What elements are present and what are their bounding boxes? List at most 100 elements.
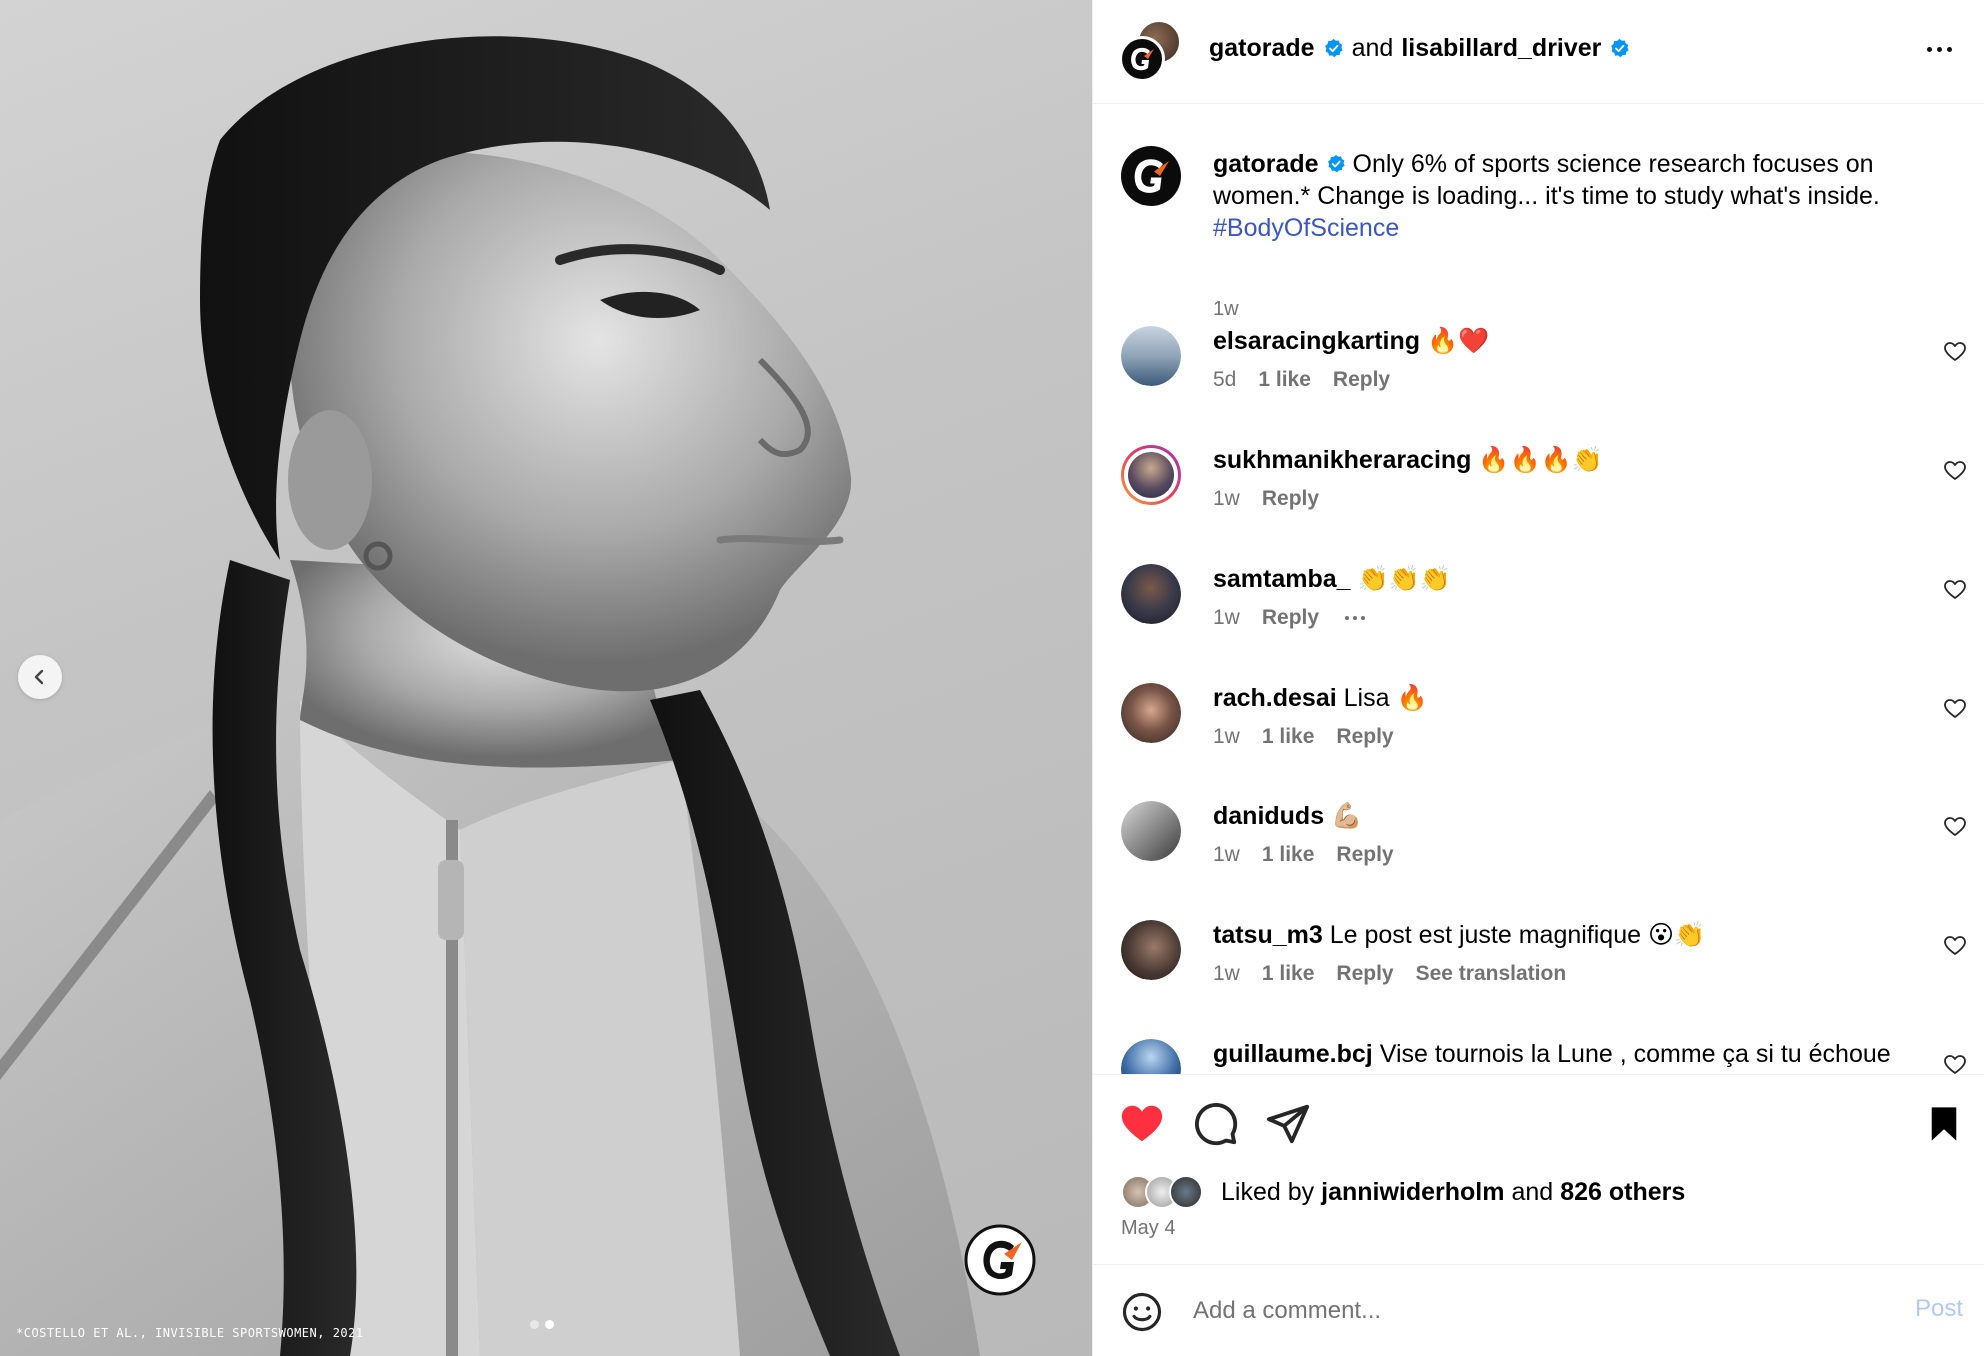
comment-body: 💪🏼	[1331, 802, 1363, 830]
comment-timestamp[interactable]: 5d	[1213, 368, 1236, 392]
comment-body: 🔥❤️	[1426, 327, 1490, 355]
emoji-icon[interactable]	[1121, 1291, 1163, 1333]
comment-item: tatsu_m3 Le post est juste magnifique 😮👏…	[1121, 920, 1981, 1020]
carousel-indicator	[530, 1320, 554, 1329]
avatar[interactable]	[1121, 920, 1181, 980]
comment-username-link[interactable]: guillaume.bcj	[1213, 1040, 1373, 1068]
avatar[interactable]	[1121, 683, 1181, 743]
comment-username-link[interactable]: rach.desai	[1213, 684, 1337, 712]
avatar[interactable]	[1121, 801, 1181, 861]
comment-username-link[interactable]: elsaracingkarting	[1213, 327, 1420, 355]
comment-meta: 1w Reply	[1213, 487, 1319, 511]
heart-filled-icon[interactable]	[1119, 1101, 1165, 1147]
comment-item: daniduds 💪🏼 1w 1 like Reply	[1121, 801, 1981, 901]
heart-outline-icon[interactable]	[1943, 934, 1967, 958]
heart-outline-icon[interactable]	[1943, 459, 1967, 483]
post-header: gatorade and lisabillard_driver	[1093, 0, 1984, 104]
comment-item: guillaume.bcj Vise tournois la Lune , co…	[1121, 1039, 1981, 1074]
liker-username-link[interactable]: janniwiderholm	[1321, 1178, 1504, 1207]
header-username-link[interactable]: lisabillard_driver	[1401, 34, 1601, 63]
comment-likes-link[interactable]: 1 like	[1262, 725, 1315, 749]
post-authors: gatorade and lisabillard_driver	[1209, 34, 1630, 63]
comment-options-button[interactable]	[1345, 616, 1366, 620]
reply-button[interactable]: Reply	[1333, 368, 1390, 392]
gatorade-logo-icon	[964, 1224, 1036, 1296]
post-media: *COSTELLO ET AL., INVISIBLE SPORTSWOMEN,…	[0, 0, 1092, 1356]
share-icon[interactable]	[1265, 1101, 1311, 1147]
carousel-dot	[530, 1320, 539, 1329]
comment-item: sukhmanikheraracing 🔥🔥🔥👏 1w Reply	[1121, 445, 1981, 545]
comment-text: tatsu_m3 Le post est juste magnifique 😮👏	[1213, 920, 1913, 950]
likers-avatars[interactable]	[1121, 1175, 1221, 1209]
comment-likes-link[interactable]: 1 like	[1262, 962, 1315, 986]
reply-button[interactable]: Reply	[1262, 487, 1319, 511]
comment-meta: 1w Reply	[1213, 606, 1366, 630]
comment-item: elsaracingkarting 🔥❤️ 5d 1 like Reply	[1121, 326, 1981, 426]
hashtag-link[interactable]: #BodyOfScience	[1213, 214, 1399, 242]
media-footnote: *COSTELLO ET AL., INVISIBLE SPORTSWOMEN,…	[16, 1326, 364, 1340]
comment-input[interactable]	[1193, 1287, 1813, 1335]
avatar[interactable]	[1121, 146, 1181, 206]
comment-body: Lisa 🔥	[1343, 684, 1428, 712]
previous-slide-button[interactable]	[18, 655, 62, 699]
gatorade-logo-icon	[1134, 159, 1169, 193]
athlete-photo	[0, 36, 980, 1356]
comment-text: guillaume.bcj Vise tournois la Lune , co…	[1213, 1039, 1913, 1069]
avatar[interactable]	[1121, 1039, 1181, 1074]
reply-button[interactable]: Reply	[1262, 606, 1319, 630]
heart-outline-icon[interactable]	[1943, 578, 1967, 602]
header-username-link[interactable]: gatorade	[1209, 34, 1315, 63]
post-actions: Liked by janniwiderholm and 826 others M…	[1093, 1074, 1984, 1264]
post-panel: gatorade and lisabillard_driver gatorade…	[1092, 0, 1984, 1356]
heart-outline-icon[interactable]	[1943, 340, 1967, 364]
comment-timestamp[interactable]: 1w	[1213, 606, 1240, 630]
post-comment-button[interactable]: Post	[1915, 1295, 1963, 1323]
avatar[interactable]	[1121, 564, 1181, 624]
comment-likes-link[interactable]: 1 like	[1258, 368, 1311, 392]
comment-username-link[interactable]: sukhmanikheraracing	[1213, 446, 1471, 474]
caption-timestamp[interactable]: 1w	[1213, 298, 1239, 321]
header-conjunction: and	[1351, 34, 1394, 62]
caption-username-link[interactable]: gatorade	[1213, 150, 1319, 178]
reply-button[interactable]: Reply	[1336, 843, 1393, 867]
avatar[interactable]	[1121, 326, 1181, 386]
comment-text: sukhmanikheraracing 🔥🔥🔥👏	[1213, 445, 1913, 475]
heart-outline-icon[interactable]	[1943, 815, 1967, 839]
more-dot	[1361, 616, 1366, 620]
collab-avatars[interactable]	[1119, 20, 1185, 84]
heart-outline-icon[interactable]	[1943, 1053, 1967, 1074]
comment-username-link[interactable]: daniduds	[1213, 802, 1324, 830]
comment-meta: 1w 1 like Reply	[1213, 843, 1394, 867]
bookmark-filled-icon[interactable]	[1923, 1101, 1965, 1147]
comment-username-link[interactable]: samtamba_	[1213, 565, 1351, 593]
see-translation-button[interactable]: See translation	[1416, 962, 1567, 986]
add-comment-bar: Post	[1093, 1264, 1984, 1356]
avatar	[1169, 1175, 1203, 1209]
more-dot	[1936, 46, 1942, 52]
more-dot	[1926, 46, 1932, 52]
avatar[interactable]	[1119, 36, 1165, 82]
comment-likes-link[interactable]: 1 like	[1262, 843, 1315, 867]
comment-body: Le post est juste magnifique 😮👏	[1329, 921, 1706, 949]
likes-count-link[interactable]: 826 others	[1560, 1178, 1685, 1207]
post-date[interactable]: May 4	[1121, 1217, 1175, 1240]
reply-button[interactable]: Reply	[1336, 962, 1393, 986]
heart-outline-icon[interactable]	[1943, 697, 1967, 721]
comment-icon[interactable]	[1193, 1101, 1239, 1147]
comment-item: rach.desai Lisa 🔥 1w 1 like Reply	[1121, 683, 1981, 783]
comments-section[interactable]: gatorade Only 6% of sports science resea…	[1093, 104, 1984, 1074]
more-options-button[interactable]	[1921, 34, 1957, 64]
reply-button[interactable]: Reply	[1336, 725, 1393, 749]
comment-text: elsaracingkarting 🔥❤️	[1213, 326, 1913, 356]
likes-summary: Liked by janniwiderholm and 826 others	[1121, 1175, 1685, 1209]
comment-timestamp[interactable]: 1w	[1213, 487, 1240, 511]
comment-timestamp[interactable]: 1w	[1213, 962, 1240, 986]
chevron-left-icon	[34, 669, 44, 685]
comment-meta: 1w 1 like Reply See translation	[1213, 962, 1566, 986]
comment-item: samtamba_ 👏👏👏 1w Reply	[1121, 564, 1981, 664]
comment-username-link[interactable]: tatsu_m3	[1213, 921, 1323, 949]
avatar[interactable]	[1121, 445, 1181, 505]
comment-meta: 1w 1 like Reply	[1213, 725, 1394, 749]
comment-timestamp[interactable]: 1w	[1213, 843, 1240, 867]
comment-timestamp[interactable]: 1w	[1213, 725, 1240, 749]
